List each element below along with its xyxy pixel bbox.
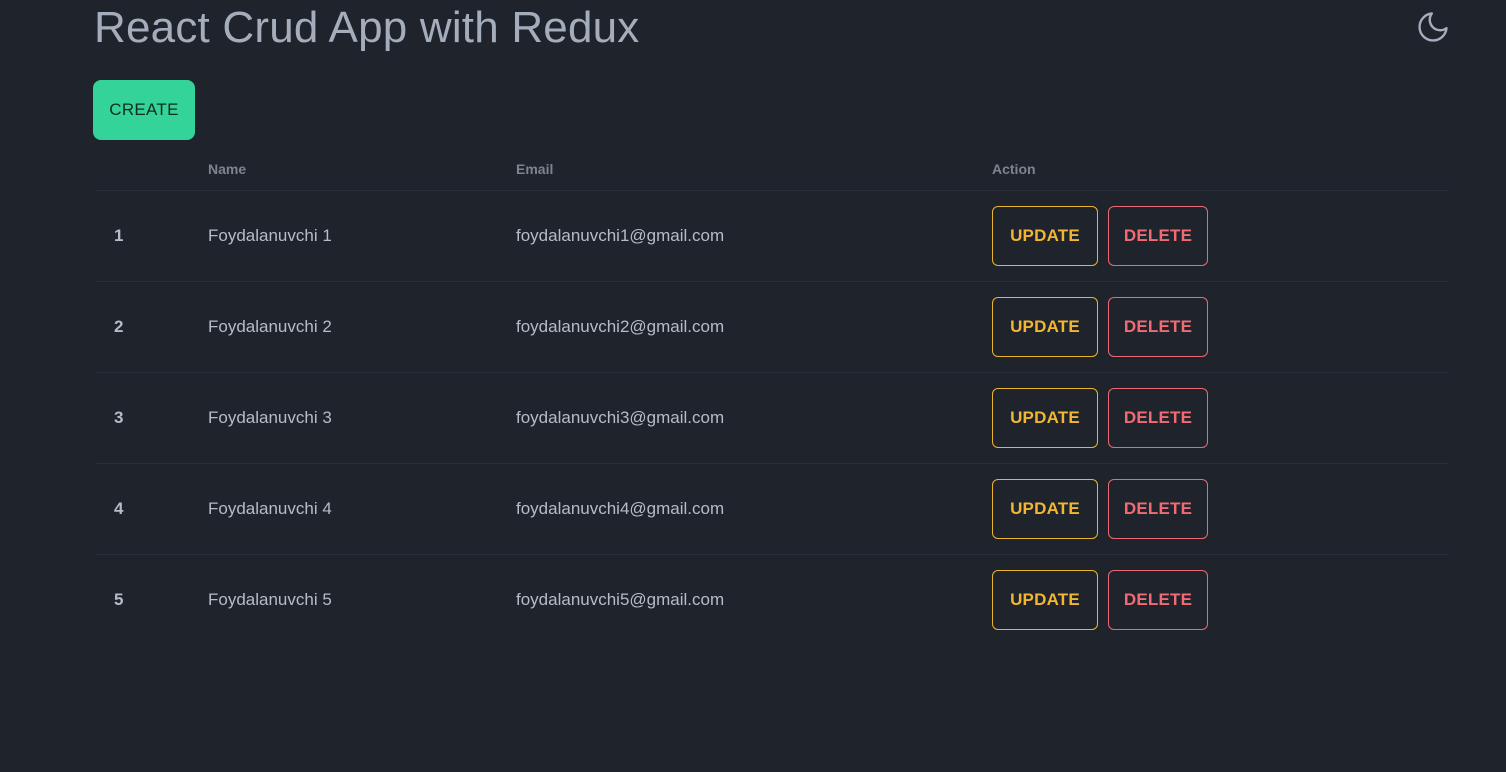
- row-actions: UPDATE DELETE: [992, 554, 1449, 645]
- table-row: 1 Foydalanuvchi 1 foydalanuvchi1@gmail.c…: [96, 190, 1449, 282]
- column-header-email: Email: [516, 148, 992, 191]
- page-title: React Crud App with Redux: [94, 3, 640, 52]
- column-header-name: Name: [208, 148, 516, 191]
- column-header-id: [96, 148, 208, 191]
- row-name: Foydalanuvchi 5: [208, 589, 332, 609]
- row-id: 4: [96, 463, 208, 555]
- row-id: 3: [96, 372, 208, 464]
- row-actions: UPDATE DELETE: [992, 190, 1449, 282]
- column-header-action: Action: [992, 148, 1449, 191]
- row-actions: UPDATE DELETE: [992, 372, 1449, 464]
- delete-button[interactable]: DELETE: [1108, 478, 1208, 539]
- update-button[interactable]: UPDATE: [992, 296, 1098, 357]
- app-page: React Crud App with Redux CREATE Name Em…: [0, 0, 1506, 772]
- delete-button[interactable]: DELETE: [1108, 387, 1208, 448]
- row-email: foydalanuvchi3@gmail.com: [516, 372, 992, 464]
- table-row: 5 Foydalanuvchi 5 foydalanuvchi5@gmail.c…: [96, 554, 1449, 645]
- table-row: 4 Foydalanuvchi 4 foydalanuvchi4@gmail.c…: [96, 463, 1449, 555]
- row-id: 2: [96, 281, 208, 373]
- row-email: foydalanuvchi5@gmail.com: [516, 589, 725, 609]
- update-button[interactable]: UPDATE: [992, 478, 1098, 539]
- row-actions: UPDATE DELETE: [992, 281, 1449, 373]
- table-header-row: Name Email Action: [96, 148, 1449, 191]
- table-row: 2 Foydalanuvchi 2 foydalanuvchi2@gmail.c…: [96, 281, 1449, 373]
- update-button[interactable]: UPDATE: [992, 387, 1098, 448]
- row-email: foydalanuvchi4@gmail.com: [516, 463, 992, 555]
- table-row: 3 Foydalanuvchi 3 foydalanuvchi3@gmail.c…: [96, 372, 1449, 464]
- delete-button[interactable]: DELETE: [1108, 205, 1208, 266]
- theme-toggle-button[interactable]: [1413, 7, 1453, 47]
- delete-button[interactable]: DELETE: [1108, 296, 1208, 357]
- row-email: foydalanuvchi2@gmail.com: [516, 281, 992, 373]
- delete-button[interactable]: DELETE: [1108, 569, 1208, 630]
- update-button[interactable]: UPDATE: [992, 569, 1098, 630]
- row-name: Foydalanuvchi 1: [208, 190, 516, 282]
- row-id: 1: [96, 190, 208, 282]
- row-name: Foydalanuvchi 3: [208, 372, 516, 464]
- row-name: Foydalanuvchi 4: [208, 463, 516, 555]
- row-email: foydalanuvchi1@gmail.com: [516, 190, 992, 282]
- create-button[interactable]: CREATE: [93, 80, 195, 140]
- row-id: 5: [114, 589, 124, 609]
- moon-icon: [1418, 12, 1448, 42]
- row-actions: UPDATE DELETE: [992, 463, 1449, 555]
- update-button[interactable]: UPDATE: [992, 205, 1098, 266]
- users-table: Name Email Action 1 Foydalanuvchi 1 foyd…: [96, 148, 1449, 645]
- users-table-body: 1 Foydalanuvchi 1 foydalanuvchi1@gmail.c…: [96, 190, 1449, 645]
- row-name: Foydalanuvchi 2: [208, 281, 516, 373]
